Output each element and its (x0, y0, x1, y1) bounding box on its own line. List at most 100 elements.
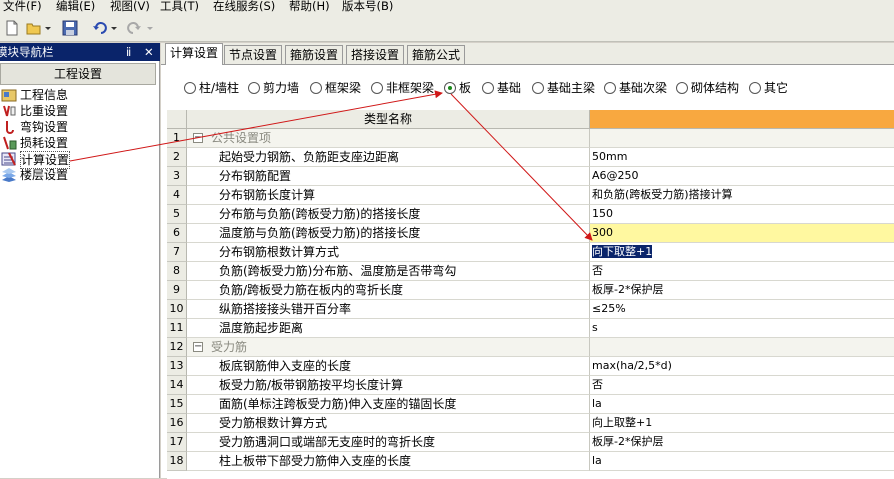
navigation-panel-titlebar: 模块导航栏 ⅱ ✕ (0, 43, 160, 61)
group-row[interactable]: 1− 公共设置项 (167, 129, 894, 148)
tree-item-loss-settings[interactable]: 损耗设置 (0, 135, 150, 151)
column-header-type-name: 类型名称 (187, 110, 590, 129)
tree-item-floor-settings[interactable]: 楼层设置 (0, 167, 150, 183)
radio-button (371, 82, 383, 94)
open-dropdown-arrow-icon[interactable] (44, 20, 52, 36)
collapse-toggle-icon[interactable]: − (193, 133, 203, 143)
table-row[interactable]: 2 起始受力钢筋、负筋距支座边距离 50mm (167, 148, 894, 167)
undo-icon[interactable] (92, 20, 108, 36)
group-row[interactable]: 12− 受力筋 (167, 338, 894, 357)
tab-node-settings[interactable]: 节点设置 (224, 45, 282, 64)
menu-online-service[interactable]: 在线服务(S) (213, 0, 275, 13)
type-name-cell: 板底钢筋伸入支座的长度 (187, 357, 590, 376)
type-name-text: 分布筋与负筋(跨板受力筋)的搭接长度 (219, 207, 421, 221)
value-cell[interactable]: 50mm (590, 148, 894, 167)
close-icon[interactable]: ✕ (144, 43, 154, 61)
project-settings-button[interactable]: 工程设置 (0, 63, 156, 85)
table-row[interactable]: 3 分布钢筋配置 A6@250 (167, 167, 894, 186)
table-row[interactable]: 6 温度筋与负筋(跨板受力筋)的搭接长度 300 (167, 224, 894, 243)
value-cell[interactable]: 板厚-2*保护层 (590, 281, 894, 300)
menu-help[interactable]: 帮助(H) (289, 0, 330, 13)
tab-stirrup-settings[interactable]: 箍筋设置 (285, 45, 343, 64)
table-row[interactable]: 9 负筋/跨板受力筋在板内的弯折长度 板厚-2*保护层 (167, 281, 894, 300)
tab-stirrup-formula[interactable]: 箍筋公式 (407, 45, 465, 64)
radio-button (184, 82, 196, 94)
type-name-text: 纵筋搭接接头错开百分率 (219, 302, 352, 316)
value-cell[interactable]: 150 (590, 205, 894, 224)
tree-item-calc-settings[interactable]: 计算设置 (0, 151, 150, 169)
value-cell[interactable]: max(ha/2,5*d) (590, 357, 894, 376)
type-name-text: 受力筋根数计算方式 (219, 416, 328, 430)
type-name-cell: 温度筋起步距离 (187, 319, 590, 338)
table-row[interactable]: 17 受力筋遇洞口或端部无支座时的弯折长度 板厚-2*保护层 (167, 433, 894, 452)
redo-dropdown-arrow-icon[interactable] (146, 20, 154, 36)
type-name-text: 温度筋与负筋(跨板受力筋)的搭接长度 (219, 226, 421, 240)
tree-item-hook-settings[interactable]: 弯钩设置 (0, 119, 150, 135)
menu-version[interactable]: 版本号(B) (342, 0, 393, 13)
table-row[interactable]: 13 板底钢筋伸入支座的长度 max(ha/2,5*d) (167, 357, 894, 376)
pin-icon[interactable]: ⅱ (126, 43, 131, 61)
navigation-panel-title: 模块导航栏 (0, 45, 54, 59)
undo-dropdown-arrow-icon[interactable] (110, 20, 118, 36)
value-cell[interactable]: 否 (590, 262, 894, 281)
value-cell[interactable]: la (590, 395, 894, 414)
row-number: 10 (167, 300, 187, 319)
table-row[interactable]: 5 分布筋与负筋(跨板受力筋)的搭接长度 150 (167, 205, 894, 224)
calc-settings-content: 柱/墙柱 剪力墙 框架梁 非框架梁 板 基础 基础主梁 基础次梁 砌体结构 其它… (161, 64, 894, 479)
row-number: 7 (167, 243, 187, 262)
table-row[interactable]: 7 分布钢筋根数计算方式 向下取整+1 (167, 243, 894, 262)
row-number: 15 (167, 395, 187, 414)
value-cell[interactable]: 向上取整+1 (590, 414, 894, 433)
tree-item-weight-settings[interactable]: 比重设置 (0, 103, 150, 119)
type-name-cell: 负筋(跨板受力筋)分布筋、温度筋是否带弯勾 (187, 262, 590, 281)
value-cell[interactable]: A6@250 (590, 167, 894, 186)
value-text: 和负筋(跨板受力筋)搭接计算 (592, 188, 733, 201)
type-name-cell: 分布钢筋根数计算方式 (187, 243, 590, 262)
value-text: A6@250 (592, 169, 639, 182)
type-name-cell: 受力筋遇洞口或端部无支座时的弯折长度 (187, 433, 590, 452)
value-cell[interactable]: 向下取整+1 (590, 243, 894, 262)
menu-file[interactable]: 文件(F) (3, 0, 42, 13)
value-cell[interactable]: 300 (590, 224, 894, 243)
radio-label: 基础主梁 (547, 81, 596, 95)
open-folder-icon[interactable] (26, 20, 42, 36)
radio-button (532, 82, 544, 94)
radio-button (310, 82, 322, 94)
table-row[interactable]: 18 柱上板带下部受力筋伸入支座的长度 la (167, 452, 894, 471)
row-number: 9 (167, 281, 187, 300)
table-row[interactable]: 14 板受力筋/板带钢筋按平均长度计算 否 (167, 376, 894, 395)
settings-panel: 计算设置 节点设置 箍筋设置 搭接设置 箍筋公式 柱/墙柱 剪力墙 框架梁 非框… (161, 43, 894, 479)
value-cell[interactable]: s (590, 319, 894, 338)
type-name-text: 起始受力钢筋、负筋距支座边距离 (219, 150, 400, 164)
menu-tools[interactable]: 工具(T) (160, 0, 199, 13)
info-icon (1, 89, 17, 102)
new-file-icon[interactable] (4, 20, 20, 36)
table-row[interactable]: 15 面筋(单标注跨板受力筋)伸入支座的锚固长度 la (167, 395, 894, 414)
tree-item-label: 比重设置 (20, 104, 69, 118)
tab-lap-settings[interactable]: 搭接设置 (346, 45, 404, 64)
radio-label: 基础次梁 (619, 81, 668, 95)
table-row[interactable]: 10 纵筋搭接接头错开百分率 ≤25% (167, 300, 894, 319)
table-row[interactable]: 8 负筋(跨板受力筋)分布筋、温度筋是否带弯勾 否 (167, 262, 894, 281)
value-cell[interactable]: 板厚-2*保护层 (590, 433, 894, 452)
value-cell[interactable]: 否 (590, 376, 894, 395)
menu-view[interactable]: 视图(V) (110, 0, 150, 13)
type-name-cell: 分布钢筋配置 (187, 167, 590, 186)
table-row[interactable]: 11 温度筋起步距离 s (167, 319, 894, 338)
collapse-toggle-icon[interactable]: − (193, 342, 203, 352)
redo-icon[interactable] (126, 20, 142, 36)
module-navigation-panel: 模块导航栏 ⅱ ✕ 工程设置 工程信息 比重设置 弯钩设置 损耗设置 计算设置 … (0, 43, 160, 478)
type-name-text: 板受力筋/板带钢筋按平均长度计算 (219, 378, 404, 392)
table-row[interactable]: 16 受力筋根数计算方式 向上取整+1 (167, 414, 894, 433)
table-row[interactable]: 4 分布钢筋长度计算 和负筋(跨板受力筋)搭接计算 (167, 186, 894, 205)
tree-item-project-info[interactable]: 工程信息 (0, 87, 150, 103)
value-cell[interactable]: 和负筋(跨板受力筋)搭接计算 (590, 186, 894, 205)
value-cell[interactable]: la (590, 452, 894, 471)
save-icon[interactable] (62, 20, 78, 36)
tab-calc-settings[interactable]: 计算设置 (165, 43, 223, 65)
value-cell (590, 338, 894, 357)
row-number: 14 (167, 376, 187, 395)
value-cell[interactable]: ≤25% (590, 300, 894, 319)
grid-corner (167, 110, 187, 129)
menu-edit[interactable]: 编辑(E) (56, 0, 95, 13)
